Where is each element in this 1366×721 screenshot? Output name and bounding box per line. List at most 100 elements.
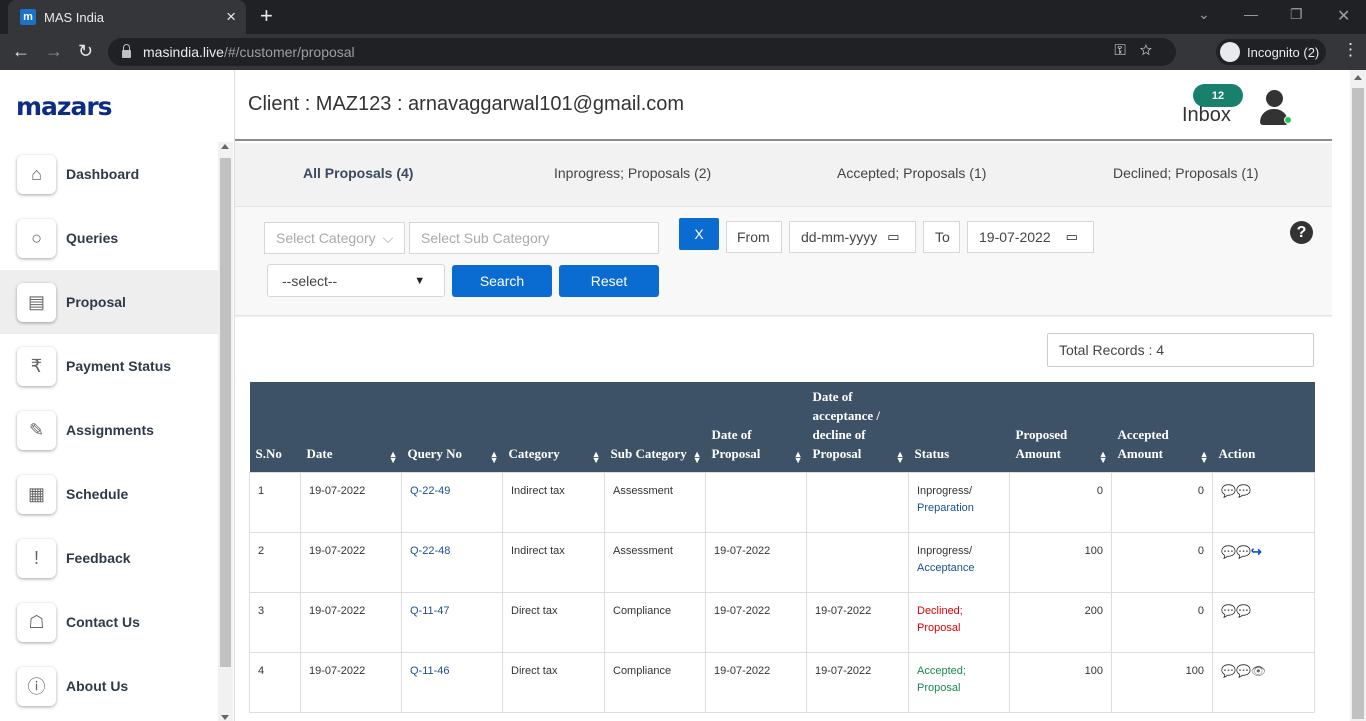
query-link[interactable]: Q-22-48 — [410, 545, 450, 557]
back-icon[interactable]: ← — [12, 40, 30, 62]
proposal-tabs: All Proposals (4) Inprogress; Proposals … — [235, 143, 1332, 205]
chat-icon[interactable]: 💬 — [1221, 545, 1236, 559]
share-icon[interactable]: ↪ — [1251, 544, 1262, 559]
chat-icon[interactable]: 💬 — [1236, 484, 1251, 498]
tab-inprogress-proposals[interactable]: Inprogress; Proposals (2) — [554, 165, 711, 181]
home-icon: ⌂ — [17, 154, 56, 194]
sidebar-scrollbar[interactable] — [218, 142, 233, 721]
column-header[interactable]: Sub Category ▲ ▼ — [604, 382, 706, 472]
sort-icon[interactable]: ▲ ▼ — [389, 449, 398, 464]
cell-query-no[interactable]: Q-22-49 — [401, 471, 503, 533]
sidebar-item-proposal[interactable]: ▤ Proposal — [0, 270, 218, 334]
user-avatar-icon[interactable] — [1258, 90, 1292, 127]
search-button[interactable]: Search — [452, 265, 552, 297]
browser-menu-icon[interactable]: ⋮ — [1342, 40, 1359, 60]
reload-icon[interactable]: ↻ — [78, 40, 93, 62]
column-header[interactable]: Category ▲ ▼ — [502, 382, 605, 472]
sidebar-item-label: Schedule — [66, 486, 129, 502]
cell-action: 💬💬 — [1212, 591, 1315, 653]
from-date-input[interactable]: dd-mm-yyyy ▭ — [789, 221, 916, 253]
cell-sub-category: Assessment — [604, 471, 706, 533]
status-select[interactable]: --select-- ▼ — [267, 264, 445, 297]
new-tab-icon[interactable]: + — [260, 4, 273, 28]
tab-accepted-proposals[interactable]: Accepted; Proposals (1) — [837, 165, 986, 181]
category-select[interactable]: Select Category ⌵ — [264, 222, 405, 254]
sort-icon[interactable]: ▲ ▼ — [592, 449, 601, 464]
subcategory-select[interactable]: Select Sub Category — [409, 222, 659, 254]
chat-icon[interactable]: 💬 — [1221, 484, 1236, 498]
sidebar-item-payment-status[interactable]: ₹ Payment Status — [0, 334, 218, 398]
close-tab-icon[interactable]: × — [226, 7, 236, 27]
reset-button[interactable]: Reset — [559, 265, 659, 297]
sort-icon[interactable]: ▲ ▼ — [896, 449, 905, 464]
to-date-input[interactable]: 19-07-2022 ▭ — [967, 221, 1094, 253]
incognito-icon — [1220, 42, 1240, 62]
cell-accepted-amount: 0 — [1111, 471, 1213, 533]
sidebar-item-schedule[interactable]: ▦ Schedule — [0, 462, 218, 526]
cell-date: 19-07-2022 — [300, 531, 402, 593]
calendar-icon[interactable]: ▭ — [1066, 229, 1078, 245]
column-header[interactable]: Proposed Amount ▲ ▼ — [1009, 382, 1112, 472]
scroll-up-icon[interactable] — [1354, 75, 1362, 80]
clear-filter-button[interactable]: X — [679, 218, 719, 250]
sidebar-item-about-us[interactable]: ⓘ About Us — [0, 654, 218, 718]
column-header[interactable]: Date ▲ ▼ — [300, 382, 402, 472]
eye-icon[interactable]: 👁 — [1251, 664, 1266, 678]
cell-query-no[interactable]: Q-11-46 — [401, 651, 503, 713]
chat-icon[interactable]: 💬 — [1236, 545, 1251, 559]
query-link[interactable]: Q-22-49 — [410, 485, 450, 497]
column-header[interactable]: Date of acceptance / decline of Proposal… — [806, 382, 909, 472]
subcategory-placeholder: Select Sub Category — [421, 230, 550, 246]
address-bar[interactable]: masindia.live /#/customer/proposal ⚿☆ — [108, 38, 1176, 66]
chat-icon[interactable]: 💬 — [1221, 664, 1236, 678]
browser-tab[interactable]: m MAS India × — [8, 0, 246, 34]
chat-icon[interactable]: 💬 — [1221, 604, 1236, 618]
chat-icon[interactable]: 💬 — [1236, 604, 1251, 618]
scroll-down-icon[interactable] — [221, 715, 229, 720]
calendar-icon[interactable]: ▭ — [887, 229, 899, 245]
status-line: Inprogress/ — [917, 544, 973, 557]
sort-icon[interactable]: ▲ ▼ — [490, 449, 499, 464]
cell-date-of-acceptance — [806, 531, 909, 593]
close-window-icon[interactable]: ✕ — [1337, 6, 1350, 26]
incognito-indicator[interactable]: Incognito (2) — [1216, 39, 1326, 65]
cell-query-no[interactable]: Q-11-47 — [401, 591, 503, 653]
tab-search-icon[interactable]: ⌄ — [1198, 6, 1210, 23]
scroll-up-icon[interactable] — [221, 144, 229, 149]
sort-icon[interactable]: ▲ ▼ — [693, 449, 702, 464]
page-scrollbar[interactable] — [1350, 70, 1366, 721]
query-link[interactable]: Q-11-46 — [410, 665, 450, 677]
chat-icon[interactable]: 💬 — [1236, 664, 1251, 678]
cell-query-no[interactable]: Q-22-48 — [401, 531, 503, 593]
sidebar-item-assignments[interactable]: ✎ Assignments — [0, 398, 218, 462]
sidebar-item-dashboard[interactable]: ⌂ Dashboard — [0, 142, 218, 206]
key-and-star-icons[interactable]: ⚿☆ — [1114, 42, 1166, 59]
sidebar-item-queries[interactable]: ○ Queries — [0, 206, 218, 270]
sidebar-item-contact-us[interactable]: ☖ Contact Us — [0, 590, 218, 654]
tab-all-proposals[interactable]: All Proposals (4) — [303, 165, 413, 181]
incognito-label: Incognito (2) — [1247, 44, 1320, 60]
status-line: Preparation — [917, 501, 974, 514]
page: m MAS India × + ⌄ — ❐ ✕ ← → ↻ masindia.l… — [0, 0, 1366, 721]
sidebar-scroll-thumb[interactable] — [220, 158, 231, 667]
column-header[interactable]: Query No ▲ ▼ — [401, 382, 503, 472]
sort-icon[interactable]: ▲ ▼ — [1200, 449, 1209, 464]
query-link[interactable]: Q-11-47 — [410, 605, 450, 617]
sort-icon[interactable]: ▲ ▼ — [794, 449, 803, 464]
forward-icon[interactable]: → — [45, 40, 63, 62]
column-header[interactable]: Date of Proposal ▲ ▼ — [705, 382, 807, 472]
restore-icon[interactable]: ❐ — [1290, 6, 1303, 23]
cell-proposed-amount: 0 — [1009, 471, 1112, 533]
sidebar-item-feedback[interactable]: ! Feedback — [0, 526, 218, 590]
mazars-logo[interactable]: mazars — [16, 92, 113, 121]
sidebar-item-label: Queries — [66, 230, 119, 246]
sort-icon[interactable]: ▲ ▼ — [1099, 449, 1108, 464]
help-icon[interactable]: ? — [1290, 221, 1313, 244]
table-header-row: S.No Date ▲ ▼ Query No ▲ ▼ Category ▲ ▼ Sub Ca… — [249, 382, 1315, 472]
sidebar-nav: ⌂ Dashboard ○ Queries ▤ Proposal ₹ Payme… — [0, 142, 218, 718]
page-scroll-thumb[interactable] — [1352, 88, 1364, 719]
column-header[interactable]: Accepted Amount ▲ ▼ — [1111, 382, 1213, 472]
inbox-link[interactable]: Inbox — [1182, 104, 1231, 127]
minimize-icon[interactable]: — — [1244, 6, 1258, 22]
tab-declined-proposals[interactable]: Declined; Proposals (1) — [1113, 165, 1259, 181]
